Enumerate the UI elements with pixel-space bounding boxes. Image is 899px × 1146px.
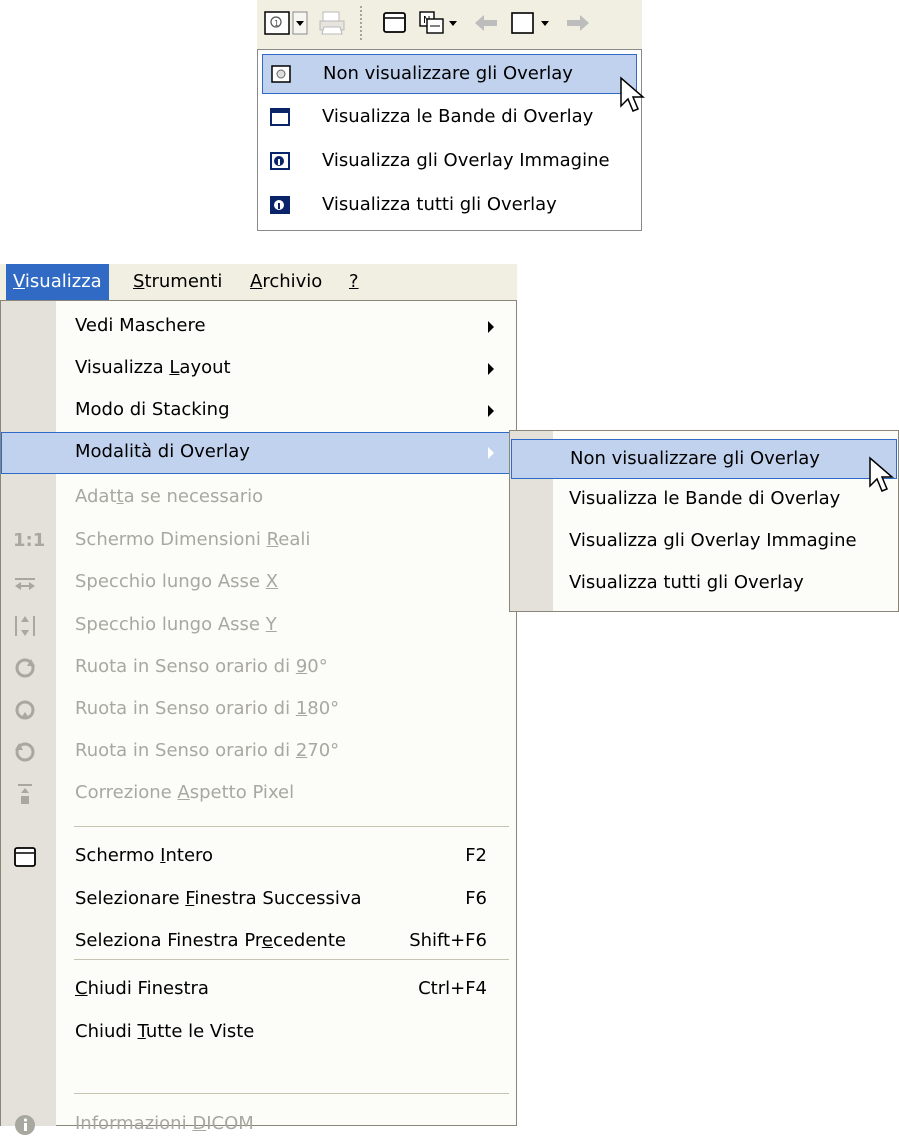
submenu-arrow-icon [488,321,494,333]
dd-item-label: Visualizza tutti gli Overlay [322,194,557,215]
menu-item-shortcut: F2 [465,845,487,866]
mirror-y-icon [13,614,37,638]
menu-item-shortcut: F6 [465,888,487,909]
submenu-arrow-icon [488,405,494,417]
overlay-none-icon [271,65,291,83]
menu-archivio[interactable]: Archivio [243,264,329,300]
menu-separator [74,1093,509,1094]
fullscreen-icon [13,845,37,869]
menu-item[interactable]: Correzione Aspetto Pixel [1,773,515,815]
frame-icon [511,12,549,34]
rotate-270-icon [13,740,37,764]
dd-item-label: Non visualizzare gli Overlay [323,63,573,84]
submenu-item-no-overlay[interactable]: Non visualizzare gli Overlay [511,439,897,479]
overlay-mode-button[interactable]: 1 [263,9,309,37]
menu-item[interactable]: Visualizza Layout [1,348,515,390]
menu-item-label: Adatta se necessario [75,486,264,507]
submenu-item-all[interactable]: Visualizza tutti gli Overlay [511,564,897,604]
submenu-item-label: Visualizza le Bande di Overlay [569,488,841,509]
menu-help[interactable]: ? [342,264,366,300]
menu-item[interactable]: Informazioni DICOM [1,1104,515,1146]
menu-item-label: Schermo Intero [75,845,214,866]
menu-item[interactable]: Modo di Stacking [1,390,515,432]
menu-item[interactable]: Ruota in Senso orario di 90° [1,647,515,689]
overlay-all-icon [270,196,290,214]
menu-item[interactable]: Specchio lungo Asse X [1,562,515,604]
frame-dropdown-button[interactable] [509,9,559,37]
previous-arrow-icon[interactable] [471,9,501,37]
overlay-mode-icon: 1 [264,11,308,35]
rotate-90-icon [13,656,37,680]
menu-item-label: Ruota in Senso orario di 180° [75,698,340,719]
menu-item-label: Visualizza Layout [75,357,231,378]
layout-dropdown-button[interactable]: N [417,9,465,37]
mirror-x-icon [13,571,37,595]
menu-item[interactable]: Chiudi Tutte le Viste [1,1012,515,1054]
overlay-bands-icon [270,108,290,126]
menu-item-label: Vedi Maschere [75,315,206,336]
menu-item[interactable]: Chiudi Finestra Ctrl+F4 [1,969,515,1011]
menu-visualizza[interactable]: Visualizza [6,264,109,300]
menu-item-label: Chiudi Finestra [75,978,209,999]
menu-item[interactable]: 1:1 Schermo Dimensioni Reali [1,520,515,562]
next-arrow-icon[interactable] [563,9,593,37]
menu-item[interactable]: Seleziona Finestra Precedente Shift+F6 [1,921,515,963]
menu-item-label: Specchio lungo Asse X [75,571,279,592]
menu-item-label: Correzione Aspetto Pixel [75,782,295,803]
mouse-cursor-icon [620,76,646,112]
menu-item[interactable]: Specchio lungo Asse Y [1,605,515,647]
menu-item-label: Ruota in Senso orario di 90° [75,656,328,677]
menu-strumenti[interactable]: Strumenti [126,264,229,300]
menu-item-label: Specchio lungo Asse Y [75,614,277,635]
menu-bar: Visualizza Strumenti Archivio ? [0,264,517,301]
submenu-item-label: Visualizza gli Overlay Immagine [569,530,857,551]
info-icon [13,1113,37,1137]
menu-item[interactable]: Ruota in Senso orario di 180° [1,689,515,731]
menu-item-label: Chiudi Tutte le Viste [75,1021,255,1042]
submenu-item-label: Non visualizzare gli Overlay [570,448,820,469]
fullscreen-icon[interactable] [380,9,410,37]
dd-item-label: Visualizza gli Overlay Immagine [322,150,610,171]
actual-size-icon: 1:1 [13,530,46,551]
dd-item-bands[interactable]: Visualizza le Bande di Overlay [262,98,637,138]
rotate-180-icon [13,698,37,722]
menu-item-label: Selezionare Finestra Successiva [75,888,362,909]
menu-item-label: Seleziona Finestra Precedente [75,930,346,951]
pixel-aspect-icon [13,782,37,806]
dd-item-no-overlay[interactable]: Non visualizzare gli Overlay [262,54,637,94]
submenu-arrow-icon [488,447,494,459]
menu-item[interactable]: Ruota in Senso orario di 270° [1,731,515,773]
menu-item-label: Ruota in Senso orario di 270° [75,740,340,761]
menu-separator [74,959,509,960]
menu-item-label: Modalità di Overlay [75,441,250,462]
svg-text:1: 1 [274,19,279,28]
menu-item[interactable]: Modalità di Overlay [1,432,515,474]
overlay-toolbar: 1 N [257,0,642,49]
submenu-item-image[interactable]: Visualizza gli Overlay Immagine [511,522,897,562]
menu-item-label: Modo di Stacking [75,399,230,420]
menu-item[interactable]: Vedi Maschere [1,306,515,348]
submenu-item-label: Visualizza tutti gli Overlay [569,572,804,593]
menu-separator [74,826,509,827]
layout-icon: N [419,11,457,34]
menu-item-label: Informazioni DICOM [75,1113,254,1134]
dd-item-image[interactable]: Visualizza gli Overlay Immagine [262,142,637,182]
menu-item[interactable]: Schermo Intero F2 [1,836,515,878]
menu-item[interactable]: Selezionare Finestra Successiva F6 [1,879,515,921]
submenu-item-bands[interactable]: Visualizza le Bande di Overlay [511,480,897,520]
menu-item-shortcut: Ctrl+F4 [418,978,487,999]
overlay-image-icon [270,152,290,170]
dd-item-label: Visualizza le Bande di Overlay [322,106,594,127]
menu-item-shortcut: Shift+F6 [409,930,487,951]
print-icon[interactable] [317,9,347,37]
dd-item-all[interactable]: Visualizza tutti gli Overlay [262,186,637,226]
menu-item-label: Schermo Dimensioni Reali [75,529,311,550]
menu-item[interactable]: Adatta se necessario [1,477,515,519]
overlay-dropdown: Non visualizzare gli Overlay Visualizza … [257,49,642,231]
submenu-arrow-icon [488,363,494,375]
mouse-cursor-icon [869,456,895,492]
